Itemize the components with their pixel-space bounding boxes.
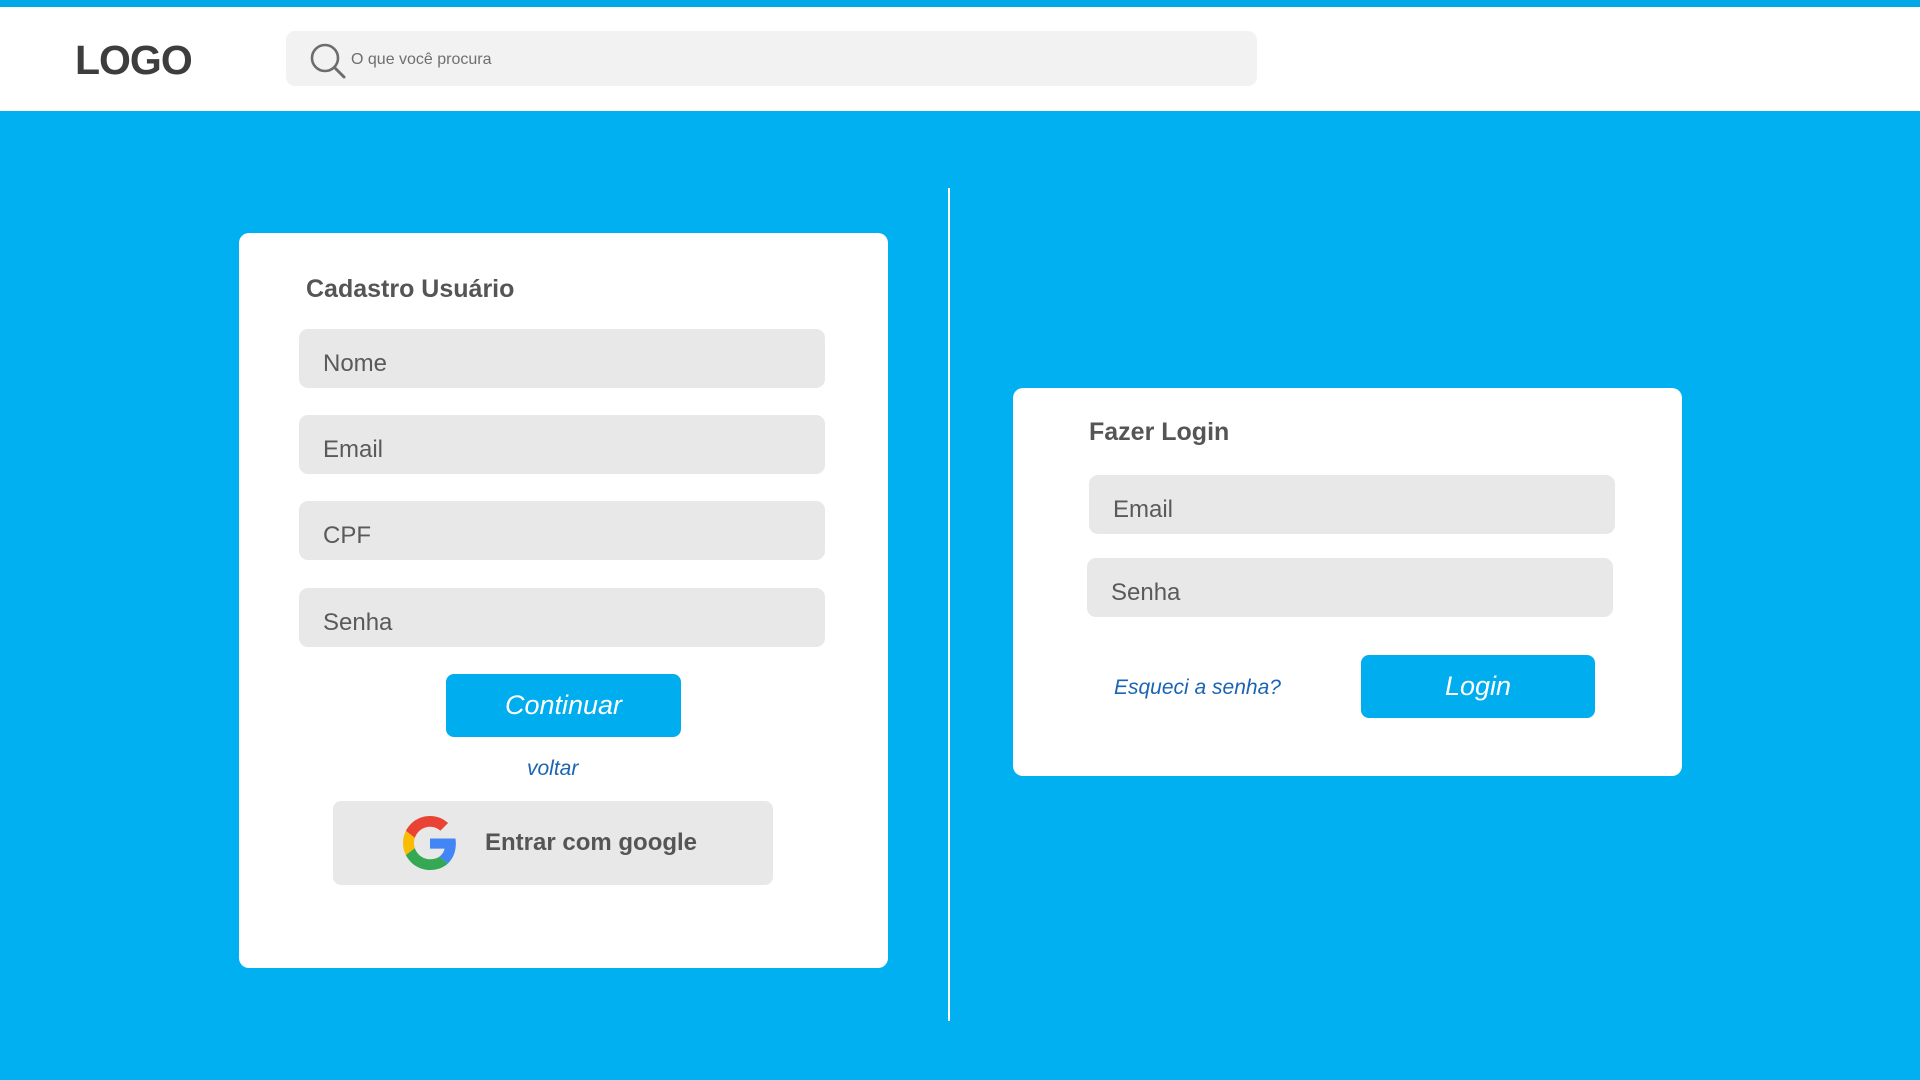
login-email-field[interactable] [1089, 475, 1615, 534]
name-field[interactable] [299, 329, 825, 388]
login-card: Fazer Login Esqueci a senha? Login [1013, 388, 1682, 776]
search-icon[interactable] [308, 41, 348, 81]
google-icon [403, 816, 456, 870]
search-bar[interactable] [286, 31, 1257, 88]
register-email-field[interactable] [299, 415, 825, 474]
logo[interactable]: LOGO [75, 37, 193, 84]
register-password-input[interactable] [299, 588, 825, 647]
cpf-input[interactable] [299, 501, 825, 560]
vertical-divider [948, 188, 950, 1021]
register-title: Cadastro Usuário [306, 275, 515, 303]
top-accent-bar [0, 0, 1920, 7]
cpf-field[interactable] [299, 501, 825, 560]
login-button[interactable]: Login [1361, 655, 1595, 718]
register-email-input[interactable] [299, 415, 825, 474]
login-password-input[interactable] [1087, 558, 1613, 617]
forgot-password-link[interactable]: Esqueci a senha? [1114, 676, 1281, 700]
continue-button[interactable]: Continuar [446, 674, 681, 737]
login-title: Fazer Login [1089, 418, 1230, 446]
register-password-field[interactable] [299, 588, 825, 647]
google-signin-button[interactable]: Entrar com google [333, 801, 773, 885]
back-link[interactable]: voltar [527, 757, 578, 781]
login-password-field[interactable] [1087, 558, 1613, 617]
name-input[interactable] [299, 329, 825, 388]
login-email-input[interactable] [1089, 475, 1615, 534]
header: LOGO [0, 7, 1920, 111]
search-input[interactable] [349, 31, 1233, 88]
google-button-label: Entrar com google [485, 829, 698, 856]
